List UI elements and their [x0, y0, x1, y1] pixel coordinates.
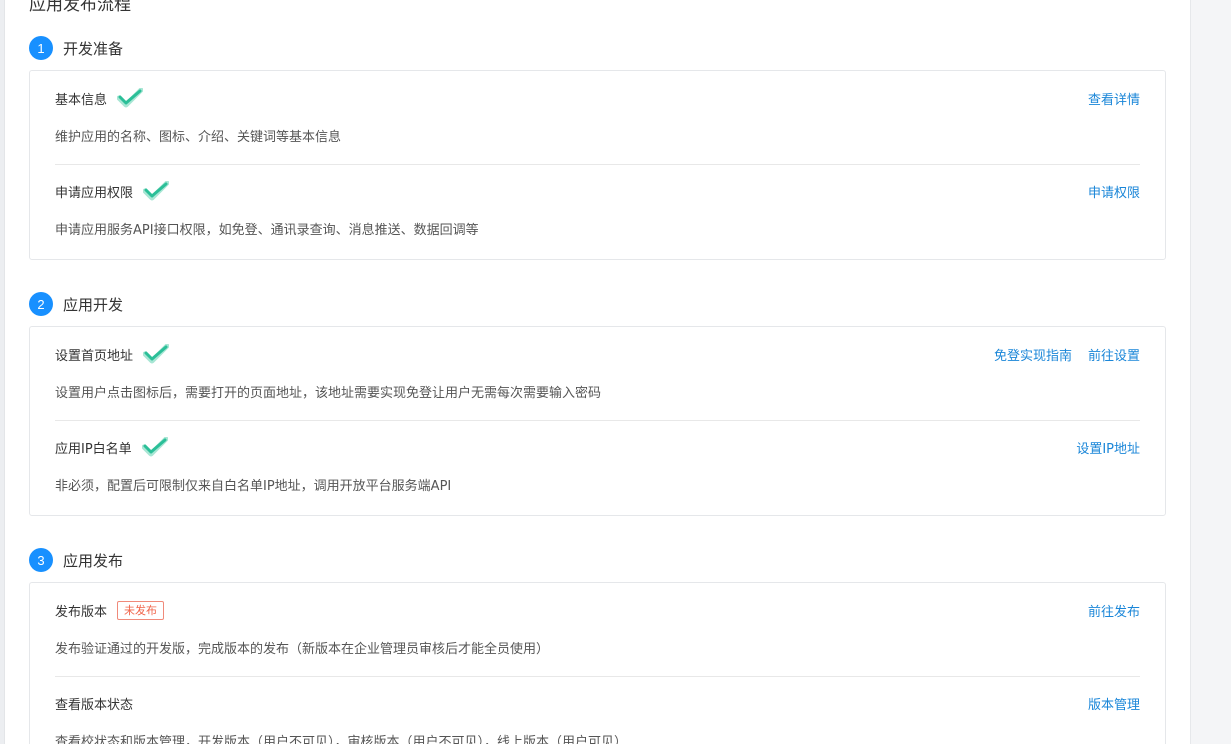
- divider: [55, 420, 1140, 421]
- task-links: 申请权限: [1088, 178, 1140, 204]
- step-number-badge: 1: [29, 36, 53, 60]
- check-icon: [141, 437, 168, 457]
- task-description: 发布验证通过的开发版，完成版本的发布（新版本在企业管理员审核后才能全员使用）: [55, 642, 550, 657]
- sso-guide-link[interactable]: 免登实现指南: [994, 345, 1072, 364]
- task-links: 前往发布: [1088, 597, 1140, 623]
- step-number-badge: 2: [29, 292, 53, 316]
- task-row-basic-info: 基本信息 查看详情 维护应用的名称、图标、介绍、关键词等基本信息: [55, 85, 1140, 155]
- check-icon: [143, 181, 170, 201]
- task-links: 免登实现指南 前往设置: [994, 341, 1140, 367]
- task-row-ip-whitelist: 应用IP白名单 设置IP地址 非必须，配置后可限制仅来自白名单IP地址，调用开放…: [55, 434, 1140, 504]
- divider: [55, 676, 1140, 677]
- go-settings-link[interactable]: 前往设置: [1088, 345, 1140, 364]
- step-2-header: 2 应用开发: [29, 292, 123, 316]
- task-title-wrap: 查看版本状态: [55, 690, 133, 716]
- version-management-link[interactable]: 版本管理: [1088, 694, 1140, 713]
- step-3-header: 3 应用发布: [29, 548, 123, 572]
- task-description: 申请应用服务API接口权限，如免登、通讯录查询、消息推送、数据回调等: [55, 223, 479, 238]
- step-3-card: 发布版本 未发布 前往发布 发布验证通过的开发版，完成版本的发布（新版本在企业管…: [29, 582, 1166, 744]
- task-title-wrap: 发布版本 未发布: [55, 597, 165, 623]
- check-icon: [143, 344, 170, 364]
- divider: [55, 164, 1140, 165]
- task-title: 基本信息: [55, 92, 108, 108]
- task-row-version-status: 查看版本状态 版本管理 查看校状态和版本管理，开发版本（用户不可见），审核版本（…: [55, 690, 1140, 744]
- go-publish-link[interactable]: 前往发布: [1088, 601, 1140, 620]
- step-title: 应用开发: [63, 295, 124, 314]
- task-description: 设置用户点击图标后，需要打开的页面地址，该地址需要实现免登让用户无需每次需要输入…: [55, 386, 602, 401]
- task-description: 查看校状态和版本管理，开发版本（用户不可见），审核版本（用户不可见），线上版本（…: [55, 735, 628, 744]
- step-1-header: 1 开发准备: [29, 36, 123, 60]
- task-links: 版本管理: [1088, 690, 1140, 716]
- task-title: 查看版本状态: [55, 697, 134, 713]
- page-title: 应用发布流程: [29, 0, 131, 15]
- task-description: 非必须，配置后可限制仅来自白名单IP地址，调用开放平台服务端API: [55, 479, 452, 494]
- check-icon: [117, 88, 144, 108]
- task-title-wrap: 基本信息: [55, 85, 144, 111]
- task-title: 发布版本: [55, 604, 108, 620]
- step-title: 应用发布: [63, 551, 124, 570]
- task-row-permissions: 申请应用权限 申请权限 申请应用服务API接口权限，如免登、通讯录查询、消息推送…: [55, 178, 1140, 248]
- status-badge: 未发布: [117, 600, 165, 620]
- task-title-wrap: 设置首页地址: [55, 341, 170, 367]
- publish-flow-panel: 应用发布流程 1 开发准备 基本信息 查看详情 维护应用的名称、图标、介绍、关键…: [5, 0, 1191, 744]
- task-links: 设置IP地址: [1076, 434, 1140, 460]
- task-description: 维护应用的名称、图标、介绍、关键词等基本信息: [55, 130, 342, 145]
- step-number-badge: 3: [29, 548, 53, 572]
- task-title: 设置首页地址: [55, 348, 134, 364]
- step-title: 开发准备: [63, 39, 124, 58]
- task-title: 应用IP白名单: [55, 441, 132, 457]
- task-title: 申请应用权限: [55, 185, 134, 201]
- task-title-wrap: 申请应用权限: [55, 178, 170, 204]
- step-2-card: 设置首页地址 免登实现指南 前往设置 设置用户点击图标后，需要打开的页面地址，该…: [29, 326, 1166, 516]
- task-row-homepage: 设置首页地址 免登实现指南 前往设置 设置用户点击图标后，需要打开的页面地址，该…: [55, 341, 1140, 411]
- apply-permission-link[interactable]: 申请权限: [1088, 182, 1140, 201]
- set-ip-link[interactable]: 设置IP地址: [1076, 438, 1140, 457]
- task-row-publish-version: 发布版本 未发布 前往发布 发布验证通过的开发版，完成版本的发布（新版本在企业管…: [55, 597, 1140, 667]
- task-links: 查看详情: [1088, 85, 1140, 111]
- view-details-link[interactable]: 查看详情: [1088, 89, 1140, 108]
- step-1-card: 基本信息 查看详情 维护应用的名称、图标、介绍、关键词等基本信息 申请应用权限 …: [29, 70, 1166, 260]
- task-title-wrap: 应用IP白名单: [55, 434, 168, 460]
